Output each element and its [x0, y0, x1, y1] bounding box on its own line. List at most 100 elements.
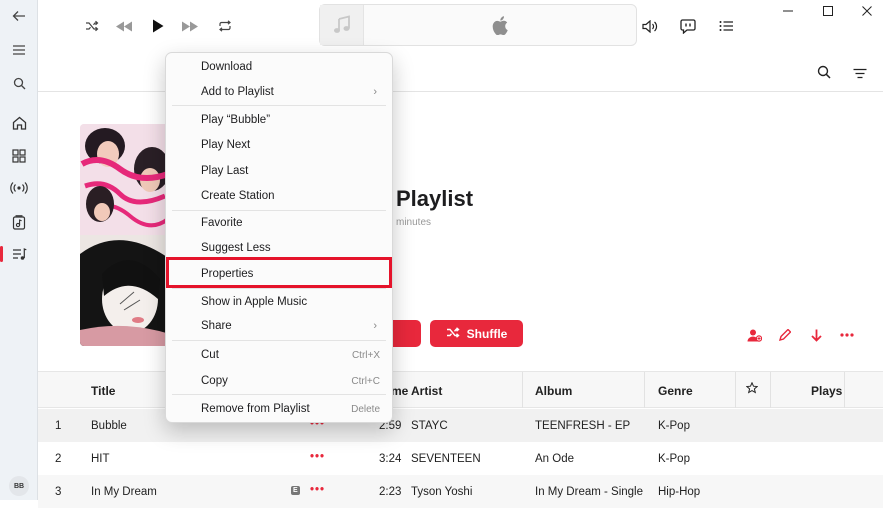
menu-item-add-to-playlist[interactable]: Add to Playlist ›: [166, 80, 392, 104]
explicit-badge: E: [291, 486, 300, 495]
favorite-column-icon[interactable]: [745, 381, 759, 397]
search-icon[interactable]: [817, 65, 831, 84]
menu-item-label: Show in Apple Music: [201, 296, 308, 308]
column-divider: [844, 372, 845, 408]
more-icon[interactable]: [838, 326, 856, 344]
track-album: An Ode: [535, 453, 574, 465]
column-plays[interactable]: Plays: [811, 384, 842, 398]
queue-icon[interactable]: [714, 14, 738, 38]
menu-item-label: Suggest Less: [201, 242, 271, 254]
view-options-icon[interactable]: [853, 66, 867, 84]
menu-divider: [172, 105, 386, 106]
now-playing-display: [319, 4, 637, 46]
lyrics-icon[interactable]: [676, 14, 700, 38]
note-icon: [320, 5, 364, 45]
chevron-right-icon: ›: [373, 86, 377, 98]
radio-icon[interactable]: [9, 178, 29, 198]
menu-item-label: Create Station: [201, 190, 275, 202]
repeat-icon[interactable]: [213, 14, 237, 38]
menu-item-share[interactable]: Share ›: [166, 314, 392, 338]
sidebar: BB: [0, 0, 38, 500]
back-icon[interactable]: [9, 6, 29, 26]
track-title: In My Dream: [91, 486, 157, 498]
player-bar: [38, 0, 883, 52]
menu-item-remove-from-playlist[interactable]: Remove from Playlist Delete: [166, 397, 392, 421]
column-album[interactable]: Album: [535, 384, 572, 398]
menu-item-cut[interactable]: Cut Ctrl+X: [166, 343, 392, 367]
menu-item-copy[interactable]: Copy Ctrl+C: [166, 369, 392, 393]
track-title: Bubble: [91, 420, 127, 432]
previous-icon[interactable]: [112, 14, 136, 38]
shortcut-label: Ctrl+C: [351, 375, 380, 387]
menu-item-label: Play Last: [201, 165, 249, 177]
table-row[interactable]: 3 In My Dream E ••• 2:23 Tyson Yoshi In …: [38, 475, 883, 508]
column-divider: [644, 372, 645, 408]
column-divider: [735, 372, 736, 408]
home-icon[interactable]: [9, 113, 29, 133]
menu-item-download[interactable]: Download: [166, 55, 392, 79]
menu-item-label: Add to Playlist: [201, 86, 274, 98]
column-divider: [522, 372, 523, 408]
track-number: 2: [55, 453, 62, 465]
menu-item-play-last[interactable]: Play Last: [166, 159, 392, 183]
column-title[interactable]: Title: [91, 384, 115, 398]
playlist-title: Playlist: [396, 186, 474, 211]
menu-divider: [172, 340, 386, 341]
track-artist: SEVENTEEN: [411, 453, 481, 465]
menu-item-favorite[interactable]: Favorite: [166, 211, 392, 235]
menu-divider: [172, 394, 386, 395]
library-icon[interactable]: [9, 212, 29, 232]
shuffle-icon[interactable]: [80, 14, 104, 38]
column-genre[interactable]: Genre: [658, 384, 693, 398]
track-genre: K-Pop: [658, 420, 690, 432]
menu-item-label: Play Next: [201, 139, 251, 151]
table-row[interactable]: 2 HIT ••• 3:24 SEVENTEEN An Ode K-Pop: [38, 442, 883, 475]
menu-item-play[interactable]: Play “Bubble”: [166, 108, 392, 132]
column-artist[interactable]: Artist: [411, 384, 442, 398]
track-time: 3:24: [379, 453, 402, 465]
close-icon[interactable]: [857, 4, 877, 18]
playlist-artwork: [80, 124, 170, 346]
menu-item-create-station[interactable]: Create Station: [166, 184, 392, 208]
edit-icon[interactable]: [776, 326, 794, 344]
track-time: 2:23: [379, 486, 402, 498]
add-contributor-icon[interactable]: [745, 326, 763, 344]
browse-icon[interactable]: [9, 146, 29, 166]
menu-icon[interactable]: [9, 40, 29, 60]
maximize-icon[interactable]: [818, 4, 838, 18]
track-genre: Hip-Hop: [658, 486, 701, 498]
menu-item-play-next[interactable]: Play Next: [166, 133, 392, 157]
minimize-icon[interactable]: [778, 4, 798, 18]
highlight-box: [166, 257, 392, 288]
apple-logo: [492, 16, 508, 40]
column-time[interactable]: me: [391, 384, 408, 398]
playlist-meta: minutes: [396, 217, 432, 228]
row-more-icon[interactable]: •••: [310, 484, 325, 496]
track-album: TEENFRESH - EP: [535, 420, 631, 432]
track-album: In My Dream - Single: [535, 486, 644, 498]
track-artist: Tyson Yoshi: [411, 486, 473, 498]
volume-icon[interactable]: [638, 14, 662, 38]
track-number: 1: [55, 420, 62, 432]
column-divider: [770, 372, 771, 408]
menu-item-label: Favorite: [201, 217, 243, 229]
play-icon[interactable]: [146, 14, 170, 38]
download-icon[interactable]: [807, 326, 825, 344]
row-more-icon[interactable]: •••: [310, 451, 325, 463]
menu-item-show-in-apple-music[interactable]: Show in Apple Music: [166, 290, 392, 314]
search-icon[interactable]: [9, 73, 29, 93]
track-title: HIT: [91, 453, 110, 465]
menu-item-label: Play “Bubble”: [201, 114, 271, 126]
playlist-icon[interactable]: [9, 244, 29, 264]
track-number: 3: [55, 486, 62, 498]
shuffle-button[interactable]: Shuffle: [430, 320, 523, 347]
avatar[interactable]: BB: [9, 476, 29, 496]
shortcut-label: Ctrl+X: [351, 349, 380, 361]
shortcut-label: Delete: [351, 403, 380, 415]
menu-divider: [172, 288, 386, 289]
context-menu: Download Add to Playlist › Play “Bubble” …: [165, 52, 393, 423]
menu-item-label: Copy: [201, 375, 228, 387]
menu-item-label: Download: [201, 61, 253, 73]
next-icon[interactable]: [178, 14, 202, 38]
shuffle-label: Shuffle: [466, 326, 508, 341]
